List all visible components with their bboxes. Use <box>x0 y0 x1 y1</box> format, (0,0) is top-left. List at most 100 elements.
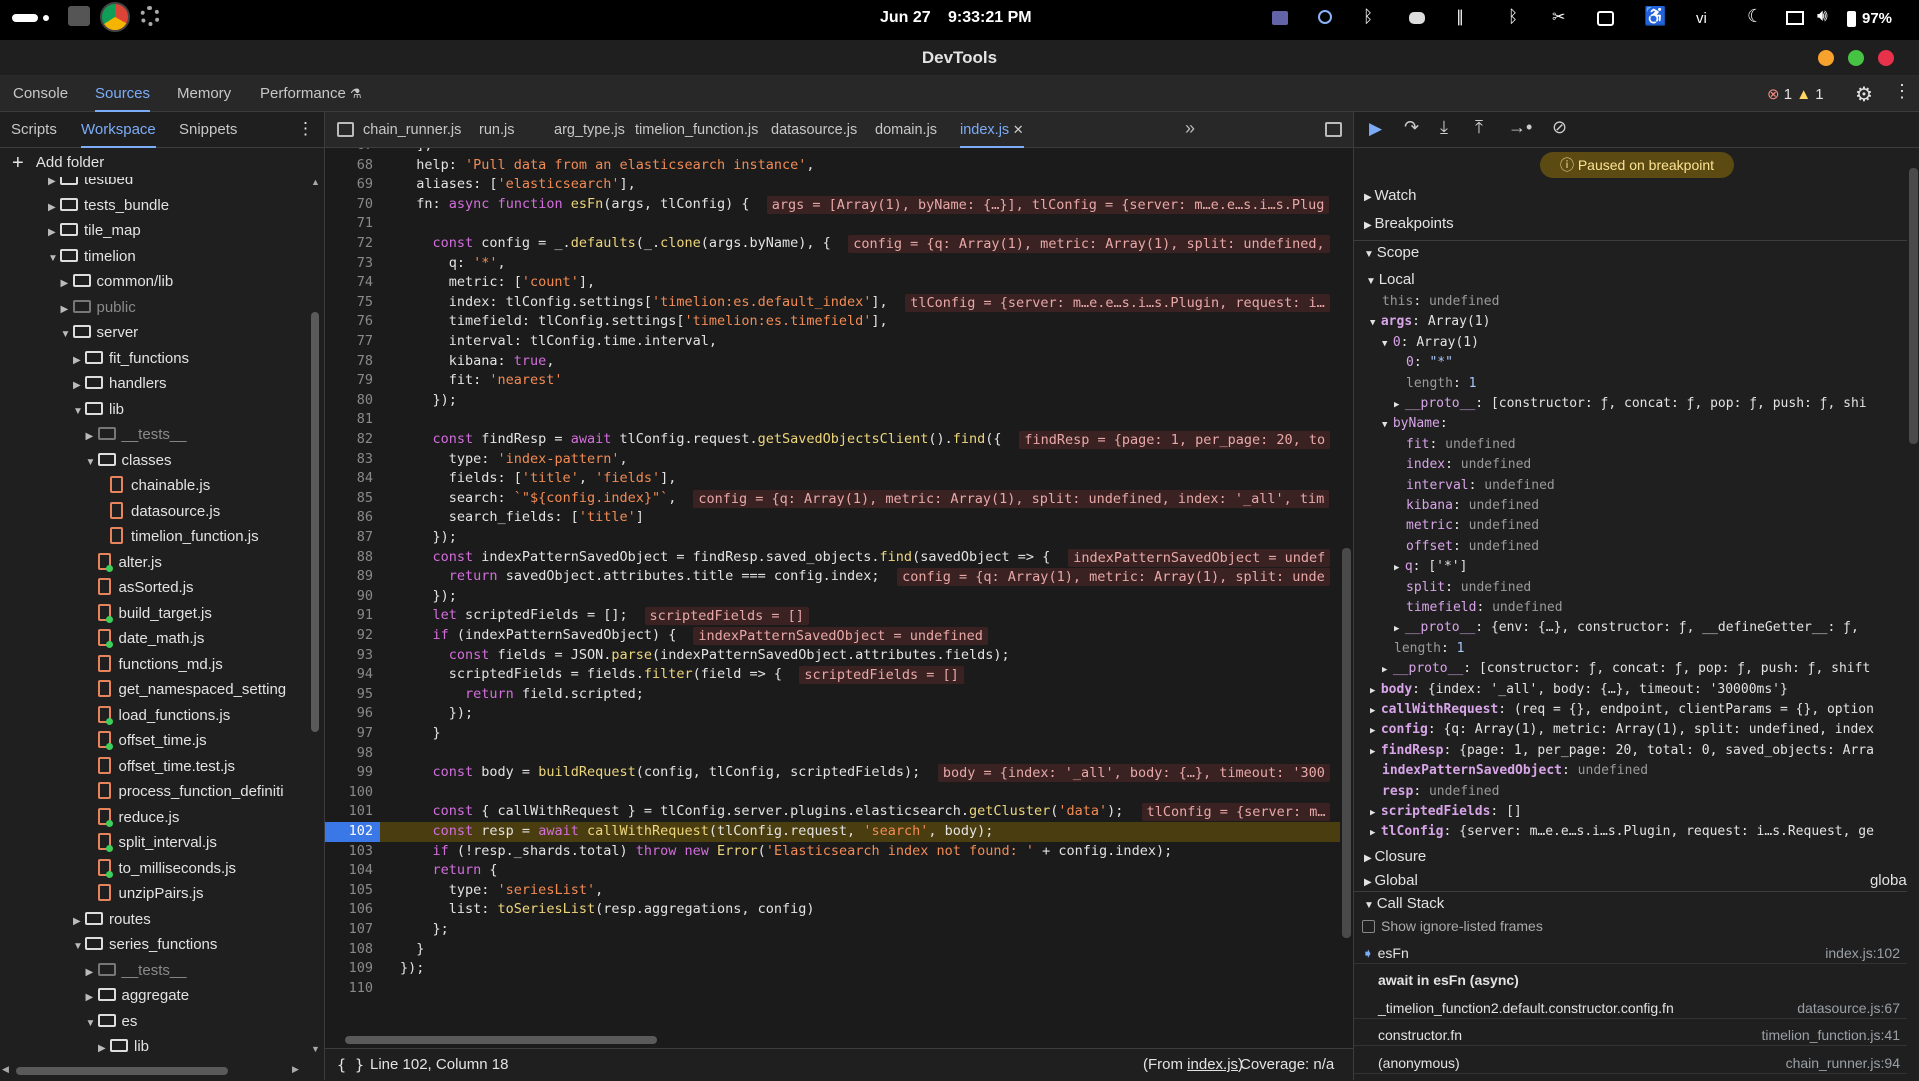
more-tabs-icon[interactable]: » <box>1185 118 1195 139</box>
code-line[interactable]: 84 fields: ['title', 'fields'], <box>325 469 1340 489</box>
volume-icon[interactable]: 🔊︎ <box>1817 6 1828 26</box>
scope-variable[interactable]: ▶ callWithRequest: (req = {}, endpoint, … <box>1370 700 1874 720</box>
tree-folder[interactable]: ▼ server <box>0 320 139 345</box>
code-line[interactable]: 82 const findResp = await tlConfig.reque… <box>325 430 1340 450</box>
display-tray-icon[interactable] <box>1786 11 1804 25</box>
tree-folder[interactable]: ▶ tests_bundle <box>0 193 169 218</box>
tab-performance[interactable]: Performance ⚗ <box>260 76 362 112</box>
code-line[interactable]: 95 return field.scripted; <box>325 685 1340 705</box>
tree-folder[interactable]: ▶ handlers <box>0 371 167 396</box>
section-watch[interactable]: ▶ Watch <box>1354 184 1907 207</box>
close-tab-icon[interactable]: ✕ <box>1009 122 1024 137</box>
check-tray-icon[interactable] <box>1318 10 1332 24</box>
workspace-indicator[interactable] <box>12 14 38 22</box>
code-line[interactable]: 71 <box>325 214 1340 234</box>
scope-variable[interactable]: indexPatternSavedObject: undefined <box>1382 761 1648 781</box>
tree-folder[interactable]: ▶ public <box>0 295 136 320</box>
code-line[interactable]: 92 if (indexPatternSavedObject) {indexPa… <box>325 626 1340 646</box>
discord-tray-icon[interactable] <box>1409 12 1425 24</box>
breakpoint-marker[interactable]: 102 <box>325 822 380 842</box>
scope-variable[interactable]: ▶ body: {index: '_all', body: {…}, timeo… <box>1370 680 1788 700</box>
tree-folder[interactable]: ▼ timelion <box>0 244 136 269</box>
tree-folder[interactable]: ▼ classes <box>0 448 172 473</box>
line-number[interactable]: 82 <box>325 430 373 450</box>
tree-horizontal-scrollbar[interactable]: ◀ ▶ <box>0 1064 310 1078</box>
tools-tray-icon[interactable]: ✂ <box>1552 7 1565 27</box>
show-ignored-frames-checkbox[interactable]: Show ignore-listed frames <box>1354 915 1907 937</box>
tree-file[interactable]: datasource.js <box>0 499 220 524</box>
code-line[interactable]: 87 }); <box>325 528 1340 548</box>
line-number[interactable]: 87 <box>325 528 373 548</box>
code-line[interactable]: 75 index: tlConfig.settings['timelion:es… <box>325 293 1340 313</box>
tree-file[interactable]: offset_time.js <box>0 728 207 753</box>
tree-file[interactable]: chainable.js <box>0 473 210 498</box>
bluetooth2-tray-icon[interactable]: ᛒ <box>1508 7 1518 27</box>
code-line[interactable]: 101 const { callWithRequest } = tlConfig… <box>325 802 1340 822</box>
scope-variable[interactable]: ▼ args: Array(1) <box>1370 312 1490 332</box>
h-scroll-left-arrow[interactable]: ◀ <box>2 1064 9 1075</box>
line-number[interactable]: 74 <box>325 273 373 293</box>
section-global[interactable]: ▶ Global global <box>1354 869 1907 892</box>
tree-file[interactable]: split_interval.js <box>0 830 217 855</box>
code-line[interactable]: 78 kibana: true, <box>325 352 1340 372</box>
code-line[interactable]: 110 <box>325 979 1340 999</box>
code-line[interactable]: 90 }); <box>325 587 1340 607</box>
tree-file[interactable]: date_math.js <box>0 626 204 651</box>
line-number[interactable]: 79 <box>325 371 373 391</box>
frame-location[interactable]: datasource.js:67 <box>1797 997 1900 1019</box>
editor-tab[interactable]: timelion_function.js <box>635 112 758 148</box>
line-number[interactable]: 72 <box>325 234 373 254</box>
h-scroll-right-arrow[interactable]: ▶ <box>292 1064 299 1075</box>
code-line[interactable]: 103 if (!resp._shards.total) throw new E… <box>325 842 1340 862</box>
tab-console[interactable]: Console <box>13 76 68 112</box>
tree-folder[interactable]: ▶ common/lib <box>0 269 174 294</box>
scope-variable[interactable]: fit: undefined <box>1406 435 1516 455</box>
call-frame[interactable]: ➧ esFn index.js:102 <box>1354 942 1907 964</box>
line-number[interactable]: 107 <box>325 920 373 940</box>
tree-file[interactable]: unzipPairs.js <box>0 881 204 906</box>
line-number[interactable]: 70 <box>325 195 373 215</box>
tree-folder[interactable]: ▶ __tests__ <box>0 958 187 983</box>
code-line[interactable]: 86 search_fields: ['title'] <box>325 508 1340 528</box>
code-line[interactable]: 97 } <box>325 724 1340 744</box>
tree-file[interactable]: alter.js <box>0 550 162 575</box>
section-breakpoints[interactable]: ▶ Breakpoints <box>1354 212 1907 235</box>
scope-variable[interactable]: index: undefined <box>1406 455 1531 475</box>
code-line[interactable]: 88 const indexPatternSavedObject = findR… <box>325 548 1340 568</box>
line-number[interactable]: 99 <box>325 763 373 783</box>
scope-variable[interactable]: kibana: undefined <box>1406 496 1539 516</box>
code-line[interactable]: 94 scriptedFields = fields.filter(field … <box>325 665 1340 685</box>
line-number[interactable]: 81 <box>325 410 373 430</box>
scope-variable[interactable]: ▶ tlConfig: {server: m…e.e…s.i…s.Plugin,… <box>1370 822 1874 842</box>
tab-memory[interactable]: Memory <box>177 76 231 112</box>
h-scroll-thumb[interactable] <box>16 1067 228 1075</box>
scope-variable[interactable]: metric: undefined <box>1406 516 1539 536</box>
editor-tab[interactable]: chain_runner.js <box>363 112 461 148</box>
line-number[interactable]: 89 <box>325 567 373 587</box>
resume-icon[interactable]: ▶︎ <box>1369 119 1382 139</box>
step-out-icon[interactable]: ⤒ <box>1475 117 1483 138</box>
code-line[interactable]: 83 type: 'index-pattern', <box>325 450 1340 470</box>
tree-file[interactable]: load_functions.js <box>0 703 230 728</box>
code-line[interactable]: 77 interval: tlConfig.time.interval, <box>325 332 1340 352</box>
line-number[interactable]: 93 <box>325 646 373 666</box>
editor-tab[interactable]: datasource.js <box>771 112 857 148</box>
scope-variable[interactable]: ▶ scriptedFields: [] <box>1370 802 1522 822</box>
tree-file[interactable]: build_target.js <box>0 601 212 626</box>
settings-gear-icon[interactable]: ⚙ <box>1855 82 1873 107</box>
input-language[interactable]: vi <box>1696 10 1707 27</box>
line-number[interactable]: 100 <box>325 783 373 803</box>
code-line[interactable]: 69 aliases: ['elasticsearch'], <box>325 175 1340 195</box>
tree-folder[interactable]: ▼ lib <box>0 397 124 422</box>
line-number[interactable]: 103 <box>325 842 373 862</box>
tab-workspace[interactable]: Workspace <box>81 112 156 148</box>
tree-folder[interactable]: ▶ __tests__ <box>0 422 187 447</box>
tree-file[interactable]: offset_time.test.js <box>0 754 235 779</box>
tree-folder[interactable]: ▶ tile_map <box>0 218 141 243</box>
add-folder-button[interactable]: + Add folder <box>12 149 104 177</box>
scope-variable[interactable]: ▶ __proto__: [constructor: ƒ, concat: ƒ,… <box>1394 394 1867 414</box>
code-line[interactable]: 72 const config = _.defaults(_.clone(arg… <box>325 234 1340 254</box>
tree-vertical-scrollbar[interactable]: ▲ ▼ <box>309 177 321 1057</box>
code-line[interactable]: 91 let scriptedFields = []; scriptedField… <box>325 606 1340 626</box>
scroll-up-arrow[interactable]: ▲ <box>311 177 320 187</box>
